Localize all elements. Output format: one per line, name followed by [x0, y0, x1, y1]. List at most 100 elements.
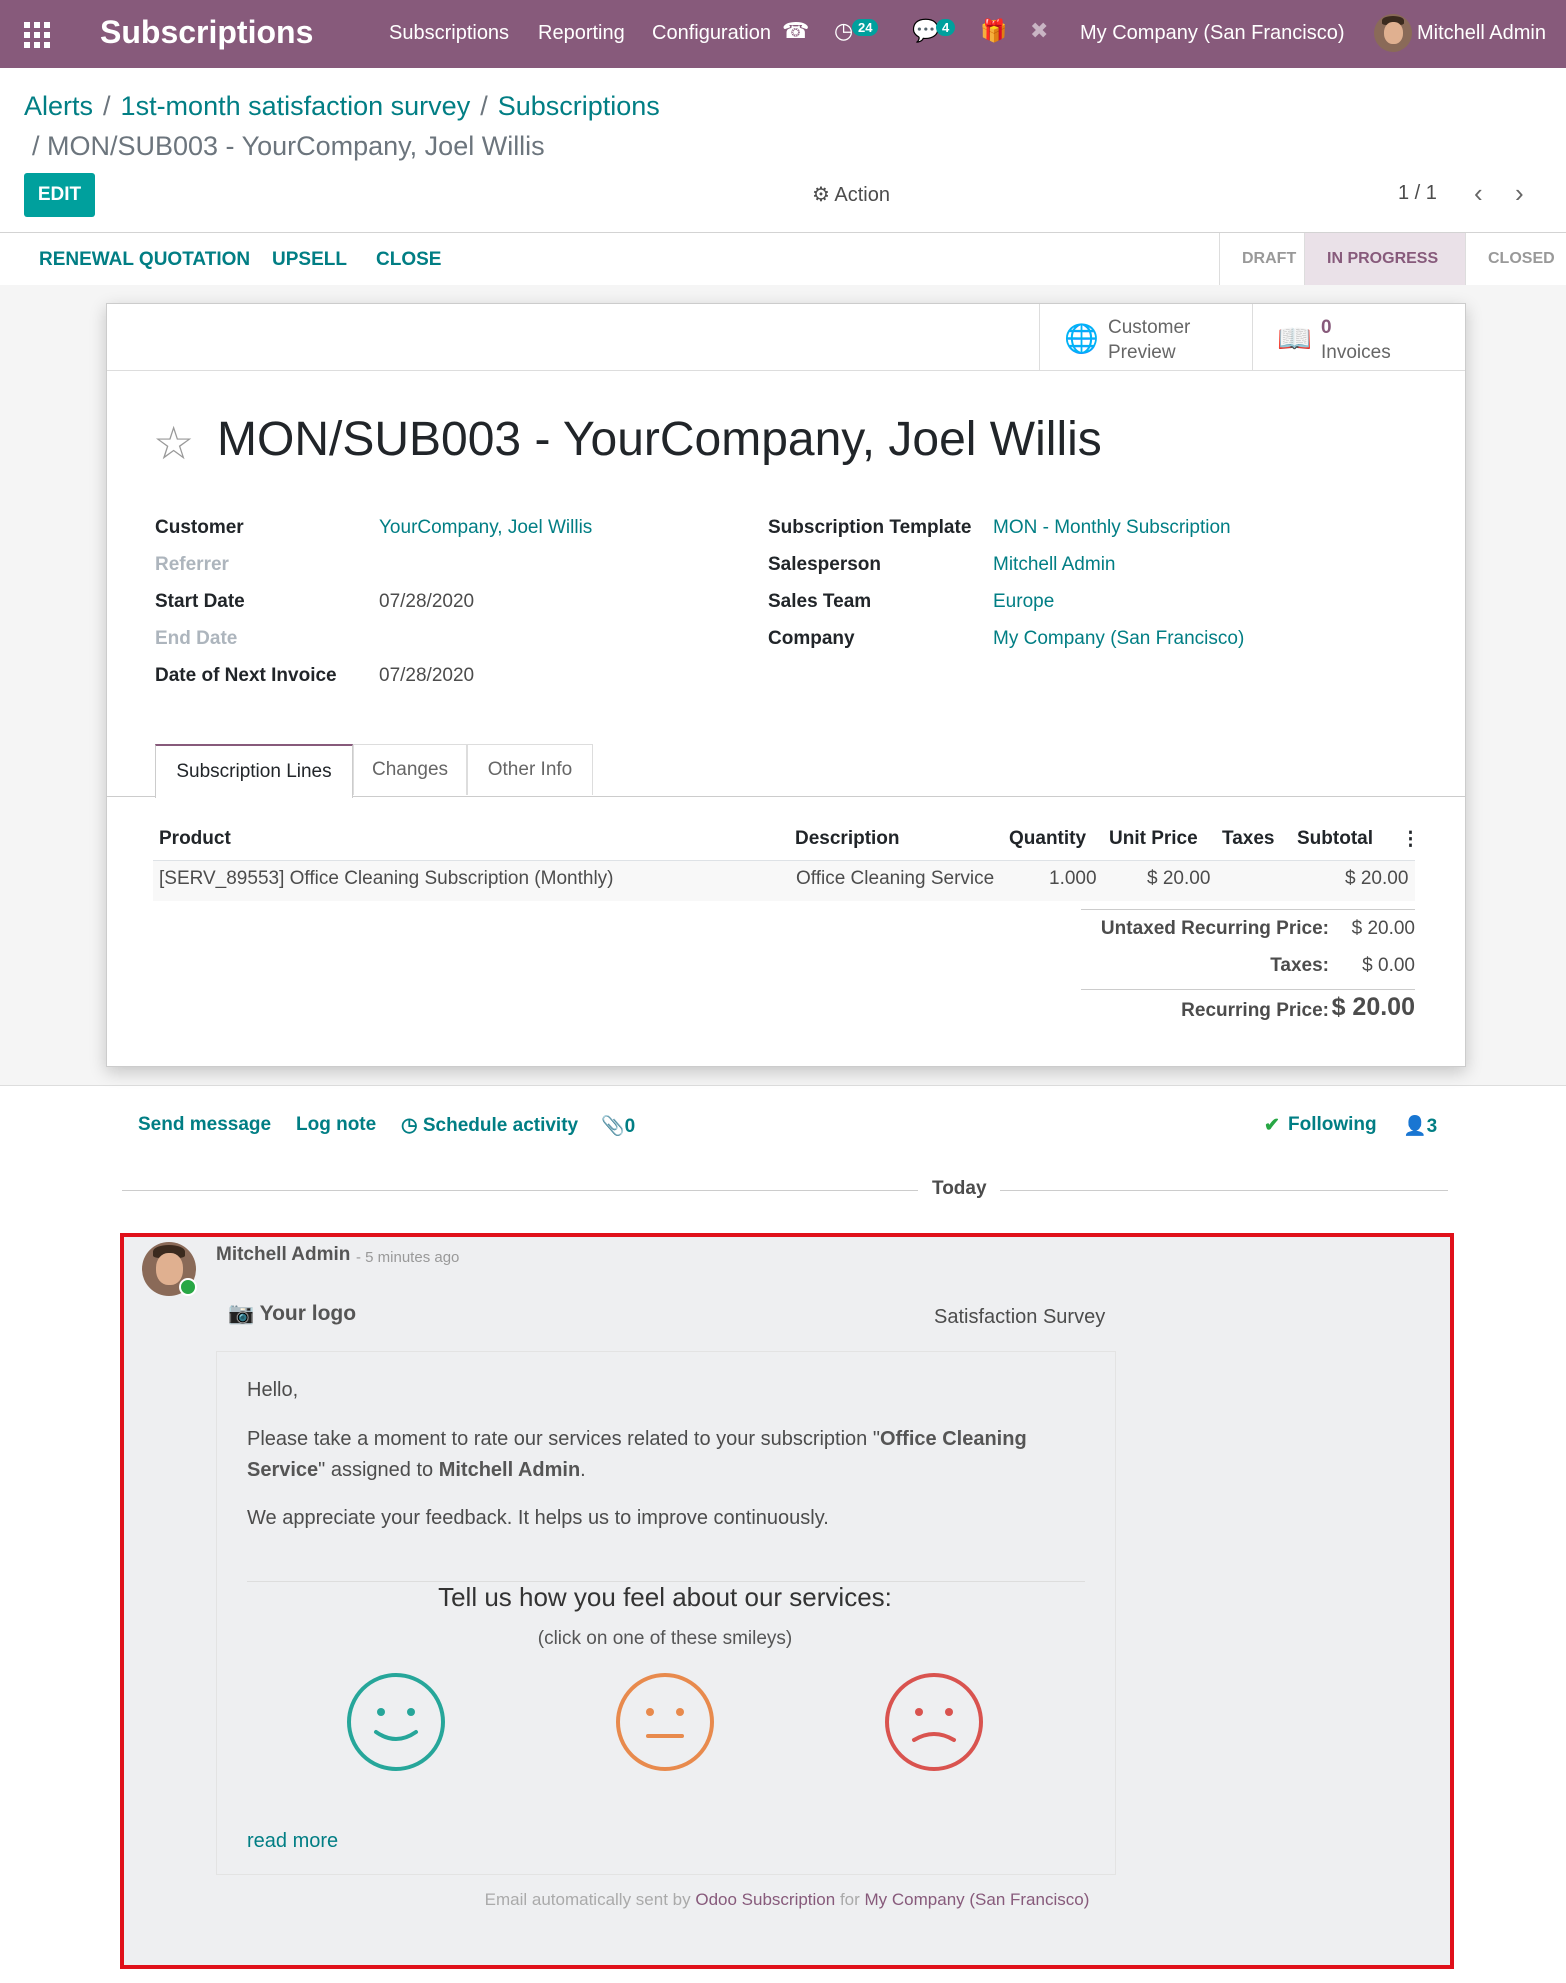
message-time: - 5 minutes ago	[356, 1249, 460, 1266]
invoices-button[interactable]: 📖 0 Invoices	[1252, 304, 1465, 370]
pager-next-icon[interactable]: ›	[1515, 178, 1524, 209]
menu-configuration[interactable]: Configuration	[652, 22, 771, 45]
odoo-subscription-link[interactable]: Odoo Subscription	[695, 1890, 835, 1909]
column-subtotal[interactable]: Subtotal	[1297, 828, 1373, 850]
optional-columns-icon[interactable]: ⋮	[1401, 828, 1420, 851]
column-quantity[interactable]: Quantity	[1009, 828, 1086, 850]
activity-count-badge: 24	[852, 19, 879, 36]
breadcrumb: Alerts/1st-month satisfaction survey / Sub…	[24, 91, 660, 121]
book-icon: 📖	[1277, 323, 1312, 354]
column-description[interactable]: Description	[795, 828, 900, 850]
sales-team-value[interactable]: Europe	[993, 591, 1054, 613]
next-invoice-date-value: 07/28/2020	[379, 665, 475, 686]
menu-reporting[interactable]: Reporting	[538, 22, 625, 45]
date-separator-right	[1000, 1190, 1448, 1191]
action-menu[interactable]: ⚙ Action	[812, 182, 890, 207]
email-appreciation: We appreciate your feedback. It helps us…	[247, 1507, 829, 1529]
line-subtotal: $ 20.00	[1345, 868, 1409, 889]
logo-label: Your logo	[259, 1302, 357, 1325]
schedule-activity-button[interactable]: ◷ Schedule activity	[401, 1114, 578, 1137]
gear-icon: ⚙	[812, 184, 830, 206]
date-separator-label: Today	[932, 1178, 987, 1199]
stage-in-progress[interactable]: IN PROGRESS	[1304, 233, 1465, 285]
debug-tools-icon[interactable]: ✖	[1030, 18, 1048, 44]
send-message-button[interactable]: Send message	[138, 1114, 271, 1136]
rating-question: Tell us how you feel about our services:	[438, 1582, 892, 1612]
totals-divider-2	[1081, 989, 1415, 990]
company-switcher[interactable]: My Company (San Francisco)	[1080, 22, 1345, 45]
schedule-activity-label: Schedule activity	[422, 1115, 579, 1136]
phone-icon[interactable]: ☎	[782, 18, 809, 44]
column-unit-price[interactable]: Unit Price	[1109, 828, 1198, 850]
happy-smiley-icon[interactable]	[346, 1672, 446, 1772]
line-quantity: 1.000	[1049, 868, 1097, 889]
message-author[interactable]: Mitchell Admin	[216, 1244, 350, 1266]
upsell-button[interactable]: UPSELL	[272, 249, 347, 271]
check-icon: ✔	[1264, 1115, 1280, 1136]
sales-team-label: Sales Team	[768, 591, 872, 612]
company-link[interactable]: My Company (San Francisco)	[865, 1890, 1090, 1909]
smart-button-box: 🌐 Customer Preview 📖 0 Invoices	[107, 304, 1465, 371]
paperclip-icon: 📎	[601, 1116, 625, 1137]
top-navbar: Subscriptions Subscriptions Reporting Co…	[0, 0, 1566, 68]
star-icon[interactable]: ☆	[153, 416, 194, 470]
email-request: Please take a moment to rate our service…	[247, 1428, 1027, 1481]
subscription-template-value[interactable]: MON - Monthly Subscription	[993, 517, 1231, 539]
followers-count: 3	[1426, 1116, 1438, 1137]
status-bar: RENEWAL QUOTATION UPSELL CLOSE DRAFT IN …	[0, 232, 1566, 286]
action-label: Action	[834, 184, 890, 206]
referrer-label: Referrer	[155, 554, 229, 575]
renewal-quotation-button[interactable]: RENEWAL QUOTATION	[39, 249, 250, 271]
globe-icon: 🌐	[1064, 323, 1099, 354]
following-button[interactable]: Following	[1288, 1114, 1377, 1136]
breadcrumb-current: / MON/SUB003 - YourCompany, Joel Willis	[32, 131, 545, 161]
email-greeting: Hello,	[247, 1379, 299, 1401]
pager-previous-icon[interactable]: ‹	[1474, 178, 1483, 209]
breadcrumb-alerts[interactable]: Alerts	[24, 91, 93, 121]
breadcrumb-survey[interactable]: 1st-month satisfaction survey	[121, 91, 471, 121]
stage-closed[interactable]: CLOSED	[1465, 233, 1566, 285]
user-menu[interactable]: Mitchell Admin	[1417, 22, 1546, 45]
salesperson-label: Salesperson	[768, 554, 881, 575]
subscription-template-label: Subscription Template	[768, 517, 972, 538]
customer-preview-button[interactable]: 🌐 Customer Preview	[1039, 304, 1252, 370]
neutral-smiley-icon[interactable]	[615, 1672, 715, 1772]
messages-chat-icon[interactable]: 💬	[912, 18, 939, 44]
salesperson-value[interactable]: Mitchell Admin	[993, 554, 1116, 576]
menu-subscriptions[interactable]: Subscriptions	[389, 22, 509, 45]
notebook-tabs: Subscription Lines Changes Other Info	[107, 744, 1465, 798]
tab-other-info[interactable]: Other Info	[467, 744, 593, 795]
form-sheet: 🌐 Customer Preview 📖 0 Invoices ☆ MON/SU…	[106, 303, 1466, 1067]
breadcrumb-subscriptions[interactable]: Subscriptions	[498, 91, 660, 121]
stage-pipeline: DRAFT IN PROGRESS CLOSED	[1219, 233, 1566, 285]
camera-icon: 📷	[228, 1302, 255, 1325]
attachments-count: 0	[624, 1116, 636, 1137]
invoices-count: 0	[1321, 317, 1332, 338]
column-taxes[interactable]: Taxes	[1222, 828, 1274, 850]
gift-icon[interactable]: 🎁	[980, 18, 1007, 44]
activity-clock-icon[interactable]: ◷	[834, 18, 853, 44]
followers-button[interactable]: 👤3	[1403, 1114, 1437, 1138]
survey-title: Satisfaction Survey	[934, 1306, 1106, 1328]
edit-button[interactable]: EDIT	[24, 173, 95, 217]
column-product[interactable]: Product	[159, 828, 231, 850]
recurring-price-value: $ 20.00	[1331, 993, 1415, 1021]
message-count-badge: 4	[936, 19, 956, 36]
apps-menu-icon[interactable]	[24, 22, 50, 48]
tab-subscription-lines[interactable]: Subscription Lines	[155, 744, 353, 798]
close-button[interactable]: CLOSE	[376, 249, 441, 271]
invoices-label: Invoices	[1321, 342, 1391, 363]
company-value[interactable]: My Company (San Francisco)	[993, 628, 1244, 650]
pager-value[interactable]: 1 / 1	[1398, 182, 1437, 205]
totals-divider	[1081, 909, 1415, 910]
unhappy-smiley-icon[interactable]	[884, 1672, 984, 1772]
stage-draft[interactable]: DRAFT	[1219, 233, 1304, 285]
attachments-button[interactable]: 📎0	[601, 1114, 635, 1138]
log-note-button[interactable]: Log note	[296, 1114, 376, 1136]
read-more-link[interactable]: read more	[247, 1830, 338, 1853]
tab-changes[interactable]: Changes	[353, 744, 467, 795]
start-date-label: Start Date	[155, 591, 245, 612]
taxes-label: Taxes:	[1270, 955, 1329, 976]
customer-value[interactable]: YourCompany, Joel Willis	[379, 517, 592, 539]
user-avatar[interactable]	[1374, 14, 1412, 52]
